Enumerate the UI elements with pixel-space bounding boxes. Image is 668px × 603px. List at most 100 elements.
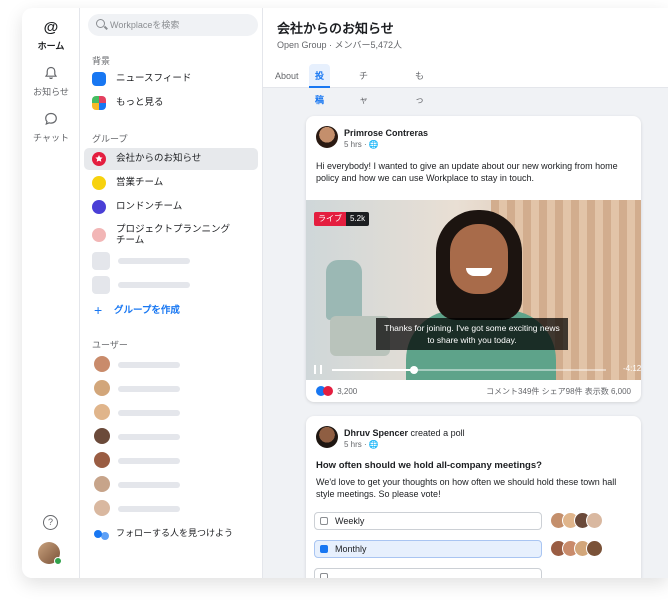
group-icon — [92, 228, 106, 242]
poll-author-verb: created a poll — [410, 428, 465, 438]
group-subtitle: Open Group · メンバー5,472人 — [277, 40, 403, 50]
poll-option-label: Monthly — [335, 544, 367, 554]
sidebar-item-london-team[interactable]: ロンドンチーム — [84, 196, 258, 218]
post-stats: 3,200 コメント349件 シェア98件 表示数 6,000 — [316, 386, 631, 400]
question-icon[interactable]: ? — [43, 515, 58, 530]
avatar — [586, 512, 603, 529]
user-row[interactable] — [92, 380, 262, 398]
poll-option[interactable] — [314, 568, 542, 578]
placeholder-row — [92, 252, 262, 270]
live-label: ライブ — [314, 212, 346, 226]
tab-chat[interactable]: チャット — [353, 64, 374, 153]
people-icon — [94, 530, 110, 542]
page-title: 会社からのお知らせ — [277, 21, 394, 36]
rail-home-label: ホーム — [37, 41, 65, 51]
poll-question: How often should we hold all-company mee… — [316, 460, 542, 471]
progress-knob[interactable] — [410, 366, 419, 374]
poll-description: We'd love to get your thoughts on how of… — [316, 477, 617, 499]
chat-bubble-icon — [43, 112, 59, 128]
main-content: 会社からのお知らせ Open Group · メンバー5,472人 About … — [263, 8, 668, 578]
profile-avatar[interactable] — [38, 542, 62, 565]
avatar — [94, 500, 110, 516]
sidebar-item-label: 営業チーム — [116, 177, 164, 188]
love-icon — [323, 386, 333, 396]
presenter-image — [406, 210, 556, 380]
avatar — [94, 452, 110, 468]
grid-icon — [92, 96, 106, 110]
user-row[interactable] — [92, 356, 262, 374]
sidebar-item-project-planning-team[interactable]: プロジェクトプランニングチーム — [84, 220, 258, 250]
poll-author-name[interactable]: Dhruv Spencer — [344, 428, 408, 438]
create-group-label: グループを作成 — [114, 305, 180, 316]
live-video[interactable]: ライブ 5.2k Thanks for joining. I've got som… — [306, 200, 641, 380]
home-section-title: 背景 — [92, 56, 111, 66]
sidebar-item-sales-team[interactable]: 営業チーム — [84, 172, 258, 194]
rail-chat[interactable]: チャット — [22, 112, 80, 144]
rail-notifications-label: お知らせ — [33, 87, 69, 97]
sidebar-item-company-announcements[interactable]: 会社からのお知らせ — [84, 148, 258, 170]
checkbox-icon — [320, 517, 328, 525]
group-icon — [92, 200, 106, 214]
reactions[interactable]: 3,200 — [316, 386, 357, 396]
poll-option-weekly[interactable]: Weekly — [314, 512, 542, 530]
user-row[interactable] — [92, 476, 262, 494]
avatar — [94, 476, 110, 492]
search-placeholder: Workplaceを検索 — [110, 20, 180, 30]
live-badge: ライブ 5.2k — [314, 212, 370, 226]
user-row[interactable] — [92, 500, 262, 518]
user-row[interactable] — [92, 428, 262, 446]
avatar — [94, 404, 110, 420]
plus-icon: + — [94, 302, 103, 318]
users-section-title: ユーザー — [92, 340, 128, 350]
search-input[interactable]: Workplaceを検索 — [88, 14, 258, 36]
avatar — [586, 540, 603, 557]
checkbox-checked-icon — [320, 545, 328, 553]
engagement-stats[interactable]: コメント349件 シェア98件 表示数 6,000 — [486, 386, 631, 397]
create-group-button[interactable]: + グループを作成 — [92, 302, 180, 318]
avatar[interactable] — [316, 426, 338, 448]
placeholder-row — [92, 276, 262, 294]
find-people-label: フォローする人を見つけよう — [116, 528, 234, 538]
post-card: Primrose Contreras 5 hrs · 🌐 Hi everybod… — [306, 116, 641, 402]
tab-posts[interactable]: 投稿 — [309, 64, 331, 105]
avatar[interactable] — [316, 126, 338, 148]
avatar — [94, 356, 110, 372]
rail-notifications[interactable]: お知らせ — [22, 66, 80, 98]
group-header: 会社からのお知らせ Open Group · メンバー5,472人 About … — [263, 8, 668, 177]
workplace-logo-icon: @ — [43, 19, 59, 36]
sidebar-item-label: 会社からのお知らせ — [116, 153, 202, 164]
pause-icon[interactable] — [314, 365, 322, 374]
post-meta: 5 hrs · 🌐 — [344, 140, 379, 149]
checkbox-icon — [320, 573, 328, 578]
rail-home[interactable]: @ ホーム — [22, 20, 80, 52]
find-people-link[interactable]: フォローする人を見つけよう — [92, 528, 258, 542]
bell-icon — [43, 66, 59, 82]
online-status-dot — [54, 557, 62, 565]
time-remaining: -4:12 — [623, 364, 641, 373]
search-icon — [96, 19, 105, 28]
user-row[interactable] — [92, 452, 262, 470]
sidebar-item-news-feed[interactable]: ニュースフィード — [84, 68, 258, 90]
post-meta: 5 hrs · 🌐 — [344, 440, 379, 449]
tab-more[interactable]: もっと見る — [409, 64, 430, 177]
tab-about[interactable]: About — [269, 64, 305, 88]
post-author[interactable]: Primrose Contreras — [344, 128, 428, 138]
user-row[interactable] — [92, 404, 262, 422]
groups-section-title: グループ — [92, 134, 128, 144]
post-author[interactable]: Dhruv Spencer created a poll — [344, 428, 465, 438]
poll-card: Dhruv Spencer created a poll 5 hrs · 🌐 H… — [306, 416, 641, 578]
sidebar-item-see-more[interactable]: もっと見る — [84, 92, 258, 114]
sidebar-item-label: ニュースフィード — [116, 73, 192, 84]
side-panel: Workplaceを検索 背景 ニュースフィード もっと見る グループ 会社から… — [80, 8, 263, 578]
reaction-count: 3,200 — [337, 387, 358, 396]
left-rail: @ ホーム お知らせ チャット ? — [22, 8, 80, 578]
video-caption: Thanks for joining. I've got some exciti… — [376, 318, 568, 350]
video-progress-bar[interactable] — [332, 366, 606, 374]
poll-option-monthly[interactable]: Monthly — [314, 540, 542, 558]
poll-option-label: Weekly — [335, 516, 365, 526]
post-text: Hi everybody! I wanted to give an update… — [316, 161, 618, 183]
viewer-count: 5.2k — [346, 212, 370, 226]
sidebar-item-label: もっと見る — [116, 97, 164, 108]
voter-avatars[interactable] — [550, 512, 620, 530]
voter-avatars[interactable] — [550, 540, 620, 558]
